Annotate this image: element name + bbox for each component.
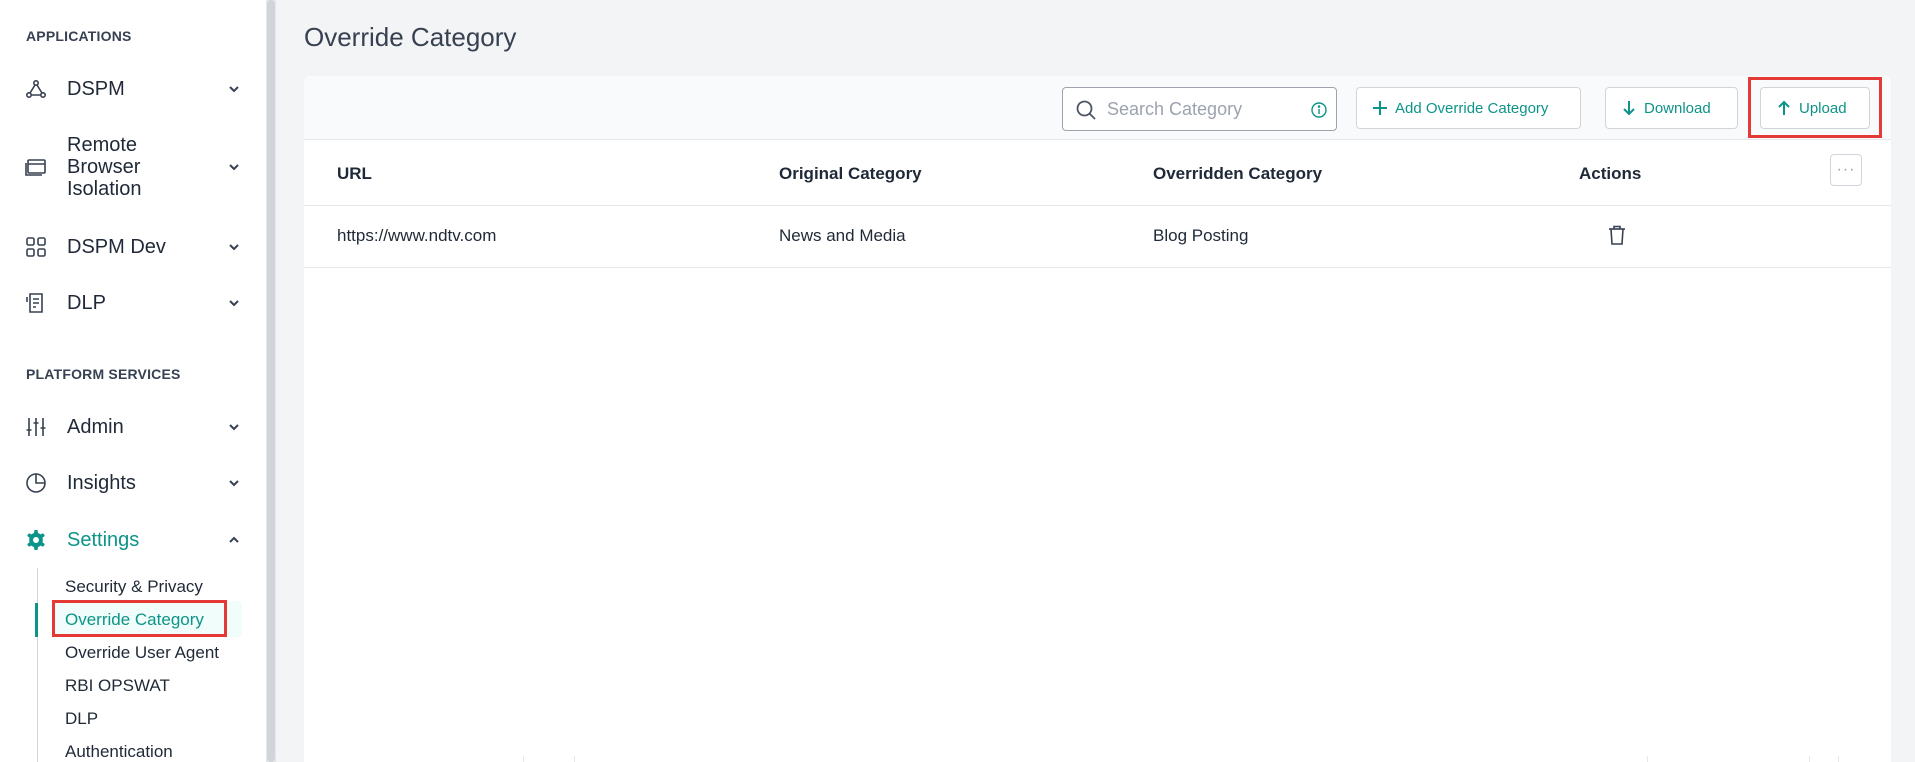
sidebar-item-label: Insights	[67, 472, 136, 494]
sidebar-item-label: DLP	[67, 292, 106, 314]
download-button[interactable]: Download	[1605, 87, 1738, 129]
arrow-down-icon	[1620, 99, 1638, 117]
chevron-down-icon	[226, 81, 242, 97]
search-icon	[1075, 99, 1097, 126]
cell-original-category: News and Media	[779, 226, 906, 245]
sidebar-item-label-line1: Remote	[67, 134, 138, 156]
chevron-down-icon	[226, 159, 242, 175]
highlight-box-upload	[1748, 77, 1882, 138]
gear-icon	[24, 528, 48, 552]
column-header-url[interactable]: URL	[337, 164, 372, 184]
sidebar-item-dspm-dev[interactable]: DSPM Dev	[0, 234, 262, 260]
sidebar-item-label: DSPM	[67, 78, 125, 100]
column-divider	[1647, 756, 1648, 762]
search-input[interactable]	[1107, 96, 1297, 122]
sidebar-item-dlp[interactable]: DLP	[0, 290, 262, 316]
toolbar: Add Override Category Download Upload	[304, 76, 1891, 140]
plus-icon	[1371, 99, 1389, 117]
sidebar-item-dspm[interactable]: DSPM	[0, 76, 262, 102]
sidebar-item-label: Settings	[67, 529, 140, 551]
sidebar-item-admin[interactable]: Admin	[0, 414, 262, 440]
scrollbar-thumb[interactable]	[267, 0, 275, 762]
browser-window-icon	[24, 155, 48, 179]
submenu-item-rbi-opswat[interactable]: RBI OPSWAT	[65, 676, 170, 696]
submenu-item-override-user-agent[interactable]: Override User Agent	[65, 643, 219, 663]
info-icon[interactable]	[1310, 101, 1328, 124]
applications-section-title: APPLICATIONS	[26, 28, 132, 44]
sidebar-item-label-line3: Isolation	[67, 178, 142, 200]
main-panel: Add Override Category Download Upload UR…	[304, 76, 1891, 762]
platform-services-section-title: PLATFORM SERVICES	[26, 366, 181, 382]
add-override-category-button[interactable]: Add Override Category	[1356, 87, 1581, 129]
grid-icon	[24, 235, 48, 259]
sidebar-item-label: Admin	[67, 416, 124, 438]
submenu-active-indicator	[35, 603, 38, 637]
sidebar-item-settings[interactable]: Settings	[0, 527, 262, 553]
column-divider	[1838, 756, 1839, 762]
sidebar-item-label-line2: Browser	[67, 156, 141, 178]
chevron-down-icon	[226, 295, 242, 311]
network-icon	[24, 77, 48, 101]
trash-icon[interactable]	[1604, 222, 1630, 248]
column-divider	[574, 756, 575, 762]
sidebar-scrollbar[interactable]	[266, 0, 276, 762]
submenu-item-authentication[interactable]: Authentication	[65, 742, 173, 762]
highlight-box-override-category	[52, 600, 227, 637]
submenu-guide-line	[37, 568, 38, 762]
sidebar-item-remote-browser-isolation[interactable]: Remote Browser Isolation	[0, 134, 262, 200]
table-header: URL Original Category Overridden Categor…	[304, 140, 1891, 206]
submenu-item-dlp[interactable]: DLP	[65, 709, 98, 729]
cell-overridden-category: Blog Posting	[1153, 226, 1249, 245]
pie-chart-icon	[24, 471, 48, 495]
column-divider	[523, 756, 524, 762]
chevron-up-icon	[226, 532, 242, 548]
add-override-category-label: Add Override Category	[1395, 99, 1549, 117]
table-row: https://www.ndtv.com News and Media Blog…	[304, 206, 1891, 268]
sliders-icon	[24, 415, 48, 439]
download-label: Download	[1644, 99, 1711, 117]
search-box[interactable]	[1062, 87, 1337, 131]
chevron-down-icon	[226, 419, 242, 435]
column-header-actions: Actions	[1579, 164, 1642, 183]
sidebar-item-insights[interactable]: Insights	[0, 470, 262, 496]
column-divider	[1809, 756, 1810, 762]
chevron-down-icon	[226, 239, 242, 255]
more-options-button[interactable]: ···	[1830, 154, 1862, 186]
submenu-item-security-privacy[interactable]: Security & Privacy	[65, 577, 203, 597]
column-header-original-category[interactable]: Original Category	[779, 164, 922, 184]
sidebar-item-label: DSPM Dev	[67, 236, 166, 258]
chevron-down-icon	[226, 475, 242, 491]
column-header-overridden-category[interactable]: Overridden Category	[1153, 164, 1322, 184]
sidebar: APPLICATIONS DSPM Remote Browser Isolati…	[0, 0, 268, 762]
document-icon	[24, 291, 48, 315]
cell-url: https://www.ndtv.com	[337, 226, 497, 245]
page-title: Override Category	[304, 22, 517, 52]
